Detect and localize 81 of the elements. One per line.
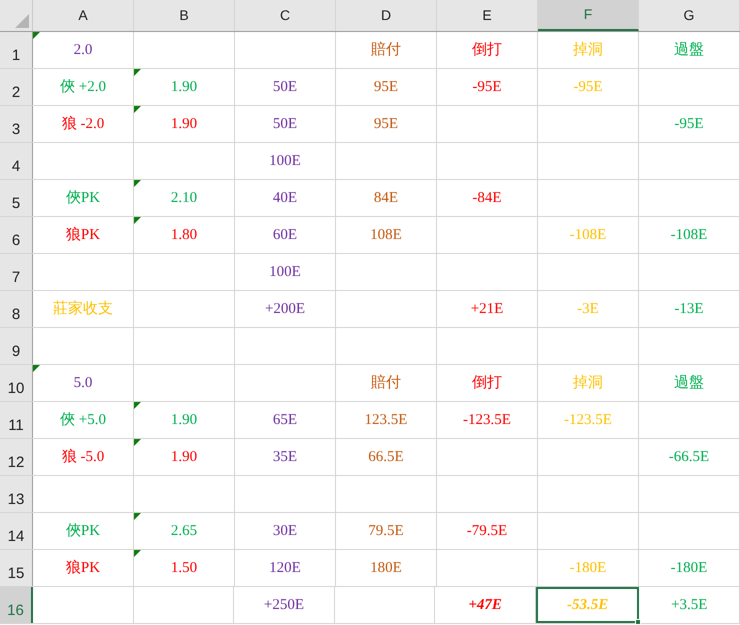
table-cell[interactable]: -108E [639,217,740,253]
table-cell[interactable]: 1.80 [134,217,235,253]
table-cell[interactable]: 1.90 [134,439,235,475]
note-marker-icon [134,402,141,409]
table-cell[interactable]: 95E [336,69,437,105]
row-header[interactable]: 14 [0,513,33,549]
table-cell[interactable]: +21E [437,291,538,327]
note-marker-icon [134,180,141,187]
row-header[interactable]: 5 [0,180,33,216]
table-cell[interactable]: 倒打 [437,32,538,68]
row-header[interactable]: 11 [0,402,33,438]
column-header[interactable]: C [235,0,336,31]
table-cell[interactable]: 100E [235,254,336,290]
table-cell[interactable]: -66.5E [639,439,740,475]
table-cell[interactable]: 60E [235,217,336,253]
table-cell[interactable]: 2.65 [134,513,235,549]
table-cell[interactable]: +3.5E [639,587,740,623]
column-header[interactable]: D [336,0,437,31]
table-cell[interactable]: 1.90 [134,402,235,438]
table-cell[interactable]: 1.50 [134,550,235,586]
table-cell[interactable]: 84E [336,180,437,216]
table-cell[interactable]: 賠付 [336,32,437,68]
table-cell[interactable]: -95E [639,106,740,142]
table-cell[interactable]: 65E [235,402,336,438]
row-header[interactable]: 7 [0,254,33,290]
row-header[interactable]: 4 [0,143,33,179]
row-header[interactable]: 10 [0,365,33,401]
table-cell[interactable]: 1.90 [134,106,235,142]
table-cell[interactable]: -84E [437,180,538,216]
table-cell[interactable]: 過盤 [639,32,740,68]
table-cell[interactable]: 5.0 [33,365,134,401]
note-marker-icon [134,513,141,520]
note-marker-icon [134,69,141,76]
note-marker-icon [134,106,141,113]
table-cell[interactable]: 120E [235,550,336,586]
row-header[interactable]: 2 [0,69,33,105]
table-cell[interactable]: 倒打 [437,365,538,401]
table-cell[interactable]: 1.90 [134,69,235,105]
row-header[interactable]: 12 [0,439,33,475]
table-cell[interactable]: 180E [336,550,437,586]
table-cell[interactable]: 50E [235,106,336,142]
table-cell[interactable]: 95E [336,106,437,142]
table-cell[interactable]: 108E [336,217,437,253]
table-cell[interactable]: 2.0 [33,32,134,68]
column-header[interactable]: A [33,0,134,31]
column-header[interactable]: G [639,0,740,31]
row-header[interactable]: 13 [0,476,33,512]
table-cell[interactable]: 123.5E [336,402,437,438]
row-header[interactable]: 9 [0,328,33,364]
column-header[interactable]: F [538,0,639,31]
row-header[interactable]: 3 [0,106,33,142]
corner-triangle-icon [15,14,29,28]
table-cell[interactable]: +200E [235,291,336,327]
table-cell[interactable]: 66.5E [336,439,437,475]
table-cell[interactable]: 50E [235,69,336,105]
row-header[interactable]: 16 [0,587,33,623]
table-cell[interactable]: +47E [435,587,536,623]
note-marker-icon [33,365,40,372]
table-cell[interactable]: -79.5E [437,513,538,549]
row-header[interactable]: 8 [0,291,33,327]
table-cell[interactable]: +250E [234,587,335,623]
table-cell[interactable]: 35E [235,439,336,475]
note-marker-icon [134,550,141,557]
fill-handle[interactable] [635,619,642,625]
table-cell[interactable]: -123.5E [437,402,538,438]
table-cell[interactable]: -180E [639,550,740,586]
table-cell[interactable]: 2.10 [134,180,235,216]
table-cell[interactable]: 過盤 [639,365,740,401]
table-cell[interactable]: -13E [639,291,740,327]
table-cell[interactable]: 賠付 [336,365,437,401]
note-marker-icon [134,439,141,446]
table-cell[interactable]: -95E [437,69,538,105]
row-header[interactable]: 6 [0,217,33,253]
table-cell[interactable]: 79.5E [336,513,437,549]
table-cell[interactable]: 30E [235,513,336,549]
table-cell[interactable]: 40E [235,180,336,216]
row-header[interactable]: 15 [0,550,33,586]
note-marker-icon [134,217,141,224]
table-cell[interactable]: 100E [235,143,336,179]
column-header[interactable]: B [134,0,235,31]
row-header[interactable]: 1 [0,32,33,68]
